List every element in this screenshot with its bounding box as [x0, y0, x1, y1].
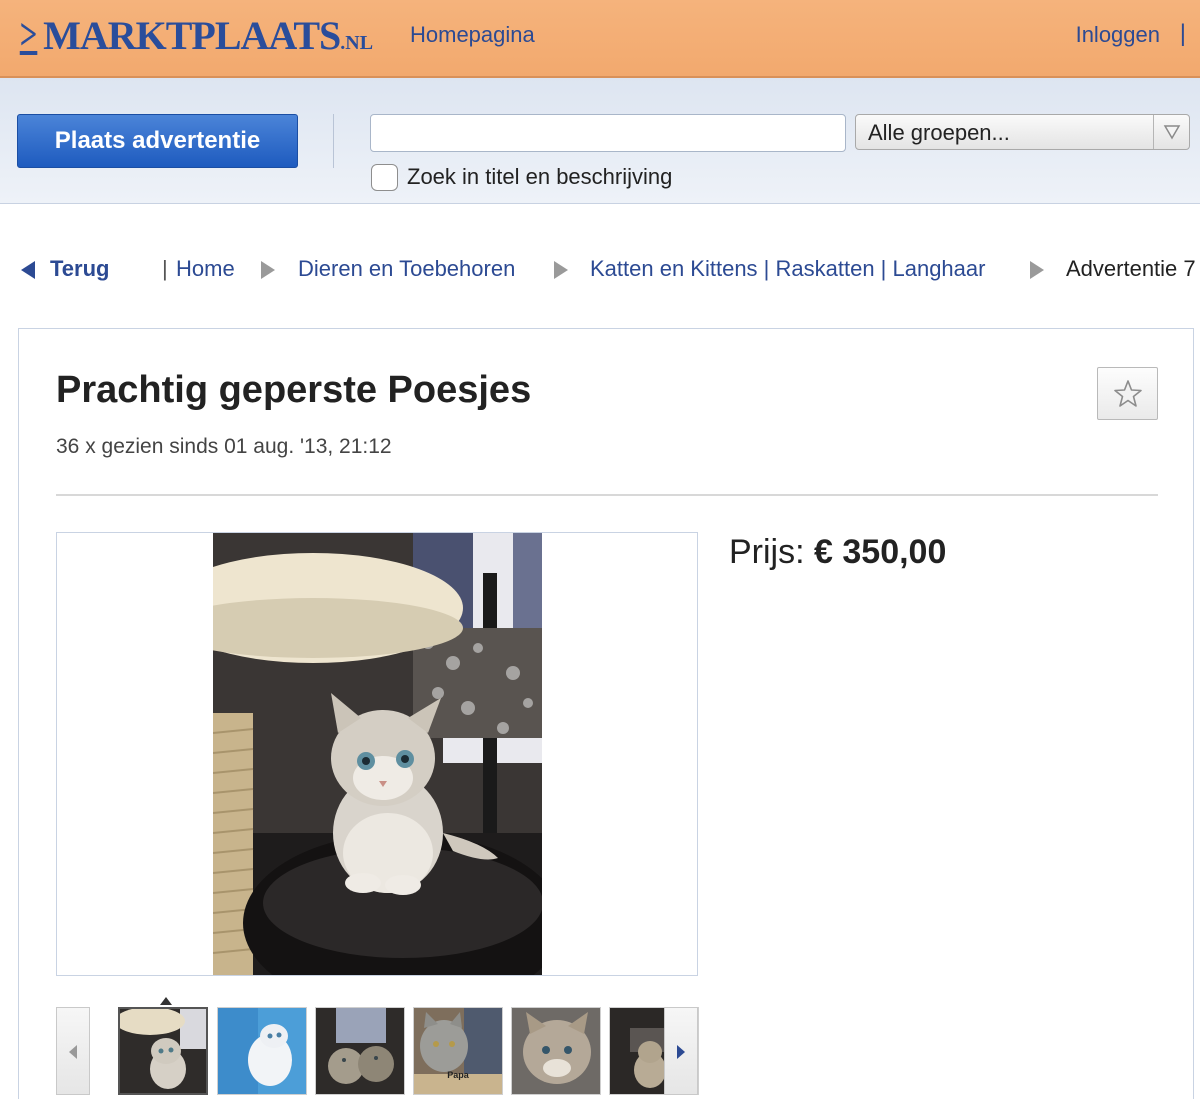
breadcrumb-item-home[interactable]: Home — [176, 256, 235, 282]
main-photo[interactable] — [213, 533, 542, 975]
main-photo-frame — [56, 532, 698, 976]
search-input[interactable] — [370, 114, 846, 152]
listing-card: Prachtig geperste Poesjes 36 x gezien si… — [18, 328, 1194, 1099]
nav-login-link[interactable]: Inloggen — [1076, 22, 1160, 48]
nav-homepagina-link[interactable]: Homepagina — [410, 22, 535, 48]
listing-view-count: 36 x gezien sinds 01 aug. '13, 21:12 — [56, 435, 392, 458]
thumbnail-caption: Papa — [447, 1070, 469, 1080]
listing-price: Prijs: € 350,00 — [729, 533, 946, 572]
breadcrumb-current: Advertentie 7 — [1066, 256, 1196, 281]
thumbnail-1[interactable] — [118, 1007, 208, 1095]
top-header: > MARKTPLAATS .NL Homepagina Inloggen | — [0, 0, 1200, 78]
price-value: € 350,00 — [814, 533, 947, 571]
listing-title: Prachtig geperste Poesjes — [56, 369, 532, 411]
chevron-right-icon — [677, 1045, 685, 1059]
logo-text: MARKTPLAATS — [43, 13, 341, 58]
thumbnail-3[interactable] — [315, 1007, 405, 1095]
breadcrumb-arrow-icon — [553, 260, 569, 286]
back-link[interactable]: Terug — [50, 256, 109, 282]
breadcrumb-arrow-icon — [1029, 260, 1045, 286]
place-ad-button[interactable]: Plaats advertentie — [17, 114, 298, 168]
back-arrow-icon[interactable] — [20, 260, 36, 286]
nav-separator: | — [1179, 20, 1186, 47]
group-select-value: Alle groepen... — [868, 120, 1010, 145]
thumbnail-2[interactable] — [217, 1007, 307, 1095]
price-label: Prijs: — [729, 533, 805, 571]
favorite-button[interactable] — [1097, 367, 1158, 420]
chevron-down-icon[interactable] — [1153, 115, 1189, 149]
star-icon — [1114, 380, 1142, 407]
marktplaats-logo[interactable]: > MARKTPLAATS .NL — [16, 10, 373, 60]
title-description-checkbox-label[interactable]: Zoek in titel en beschrijving — [407, 164, 672, 190]
title-description-checkbox[interactable] — [371, 164, 398, 191]
thumbnail-prev-button[interactable] — [56, 1007, 90, 1095]
title-divider — [56, 494, 1158, 496]
logo-suffix: .NL — [340, 32, 374, 54]
group-select[interactable]: Alle groepen... — [855, 114, 1190, 150]
logo-chevron-icon: > — [19, 10, 38, 59]
thumbnail-next-button[interactable] — [664, 1007, 698, 1095]
breadcrumb-separator: | — [162, 256, 168, 281]
breadcrumb: Terug | Home Dieren en Toebehoren Katten… — [20, 256, 1200, 286]
search-bar: Plaats advertentie Alle groepen... Zoek … — [0, 78, 1200, 204]
breadcrumb-item-dieren[interactable]: Dieren en Toebehoren — [298, 256, 515, 282]
chevron-left-icon — [69, 1045, 77, 1059]
active-thumbnail-pointer-icon — [160, 997, 172, 1005]
thumbnail-strip: Papa — [56, 997, 699, 1097]
breadcrumb-arrow-icon — [260, 260, 276, 286]
card-right-edge — [1193, 328, 1200, 808]
thumbnail-5[interactable] — [511, 1007, 601, 1095]
search-divider — [333, 114, 334, 168]
breadcrumb-item-katten[interactable]: Katten en Kittens | Raskatten | Langhaar — [590, 256, 985, 282]
thumbnail-4[interactable]: Papa — [413, 1007, 503, 1095]
